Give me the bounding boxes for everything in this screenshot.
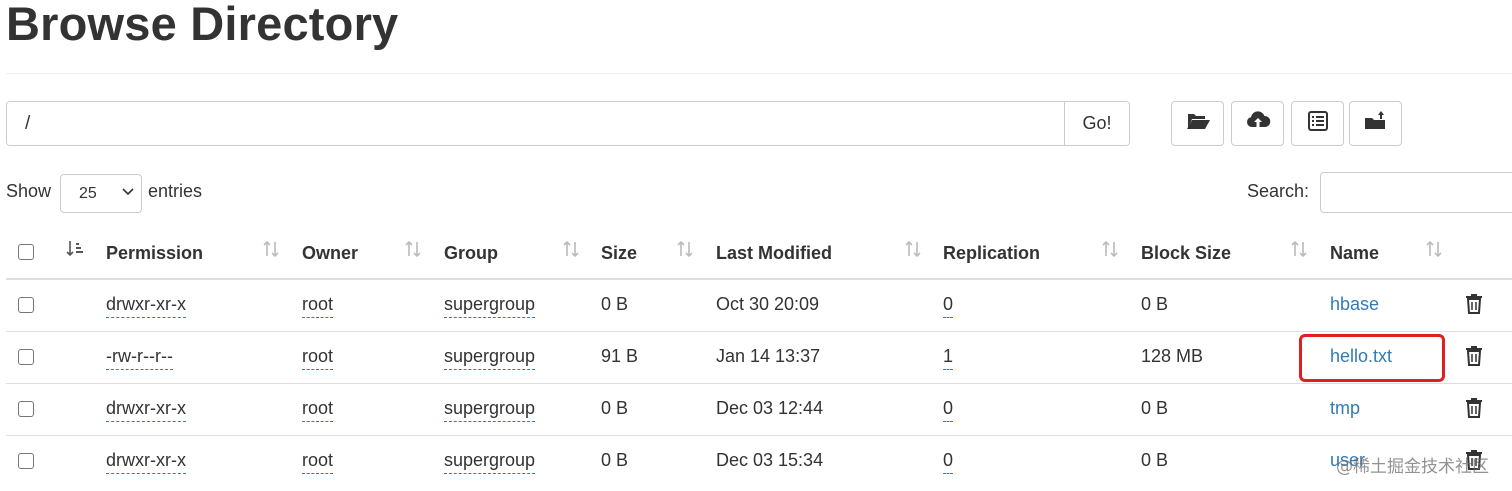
replication-cell[interactable]: 0 <box>943 398 954 422</box>
permission-cell[interactable]: drwxr-xr-x <box>106 450 186 474</box>
column-header-group[interactable]: Group <box>444 243 498 264</box>
search-label: Search: <box>1247 181 1310 201</box>
size-cell: 0 B <box>601 294 629 314</box>
list-alt-icon <box>1305 109 1331 138</box>
table-row: -rw-r--r-- root supergroup 91 B Jan 14 1… <box>6 331 1512 384</box>
name-link[interactable]: tmp <box>1330 398 1360 419</box>
trash-icon[interactable] <box>1465 344 1483 366</box>
last-modified-cell: Dec 03 15:34 <box>716 450 824 470</box>
permission-cell[interactable]: drwxr-xr-x <box>106 398 186 422</box>
table-header: Permission Owner Group Size Last Modifie… <box>6 228 1512 280</box>
page-title: Browse Directory <box>6 0 399 50</box>
show-label: Show <box>6 181 52 201</box>
sort-icon[interactable] <box>1425 239 1443 259</box>
replication-cell[interactable]: 0 <box>943 294 954 318</box>
owner-cell[interactable]: root <box>302 346 334 370</box>
row-checkbox[interactable] <box>18 349 34 365</box>
column-header-last-modified[interactable]: Last Modified <box>716 243 832 264</box>
row-checkbox[interactable] <box>18 401 34 417</box>
sort-icon[interactable] <box>1101 239 1119 259</box>
last-modified-cell: Jan 14 13:37 <box>716 346 821 366</box>
owner-cell[interactable]: root <box>302 294 334 318</box>
block-size-cell: 0 B <box>1141 450 1169 470</box>
path-bar: Go! <box>6 101 1130 146</box>
last-modified-cell: Dec 03 12:44 <box>716 398 824 418</box>
trash-icon[interactable] <box>1465 396 1483 418</box>
column-header-name[interactable]: Name <box>1330 243 1379 264</box>
size-cell: 91 B <box>601 346 639 366</box>
entries-per-page-select[interactable]: 25 <box>60 174 142 213</box>
entries-per-page-value: 25 <box>79 184 97 202</box>
owner-cell[interactable]: root <box>302 450 334 474</box>
size-cell: 0 B <box>601 450 629 470</box>
table-row: drwxr-xr-x root supergroup 0 B Dec 03 15… <box>6 435 1512 487</box>
sort-icon[interactable] <box>562 239 580 259</box>
cloud-upload-icon <box>1245 109 1271 138</box>
table-row: drwxr-xr-x root supergroup 0 B Dec 03 12… <box>6 383 1512 436</box>
search-input[interactable] <box>1320 172 1512 213</box>
row-checkbox[interactable] <box>18 453 34 469</box>
column-header-size[interactable]: Size <box>601 243 637 264</box>
go-button[interactable]: Go! <box>1064 102 1129 145</box>
table-row: drwxr-xr-x root supergroup 0 B Oct 30 20… <box>6 279 1512 332</box>
sort-icon[interactable] <box>404 239 422 259</box>
group-cell[interactable]: supergroup <box>444 450 536 474</box>
folder-cut-icon <box>1363 109 1389 138</box>
cut-paste-button[interactable] <box>1349 101 1402 146</box>
block-size-cell: 0 B <box>1141 398 1169 418</box>
replication-cell[interactable]: 0 <box>943 450 954 474</box>
upload-button[interactable] <box>1231 101 1284 146</box>
group-cell[interactable]: supergroup <box>444 294 536 318</box>
entries-label: entries <box>148 181 203 201</box>
permission-cell[interactable]: drwxr-xr-x <box>106 294 186 318</box>
name-link[interactable]: hbase <box>1330 294 1379 315</box>
block-size-cell: 128 MB <box>1141 346 1204 366</box>
sort-icon[interactable] <box>904 239 922 259</box>
path-input[interactable] <box>7 102 1064 145</box>
create-directory-button[interactable] <box>1171 101 1224 146</box>
last-modified-cell: Oct 30 20:09 <box>716 294 820 314</box>
permission-cell[interactable]: -rw-r--r-- <box>106 346 173 370</box>
row-checkbox[interactable] <box>18 297 34 313</box>
owner-cell[interactable]: root <box>302 398 334 422</box>
highlight-annotation <box>1299 334 1445 382</box>
select-all-checkbox[interactable] <box>18 244 34 260</box>
size-cell: 0 B <box>601 398 629 418</box>
group-cell[interactable]: supergroup <box>444 398 536 422</box>
chevron-down-icon <box>121 184 135 198</box>
replication-cell[interactable]: 1 <box>943 346 954 370</box>
folder-open-icon <box>1185 109 1211 138</box>
watermark: @稀土掘金技术社区 <box>1336 457 1489 477</box>
sort-icon[interactable] <box>676 239 694 259</box>
sort-asc-icon[interactable] <box>66 239 84 259</box>
column-header-owner[interactable]: Owner <box>302 243 358 264</box>
column-header-block-size[interactable]: Block Size <box>1141 243 1231 264</box>
sort-icon[interactable] <box>1290 239 1308 259</box>
block-size-cell: 0 B <box>1141 294 1169 314</box>
sort-icon[interactable] <box>262 239 280 259</box>
title-divider <box>6 73 1512 74</box>
column-header-replication[interactable]: Replication <box>943 243 1040 264</box>
group-cell[interactable]: supergroup <box>444 346 536 370</box>
trash-icon[interactable] <box>1465 292 1483 314</box>
list-view-button[interactable] <box>1291 101 1344 146</box>
column-header-permission[interactable]: Permission <box>106 243 203 264</box>
